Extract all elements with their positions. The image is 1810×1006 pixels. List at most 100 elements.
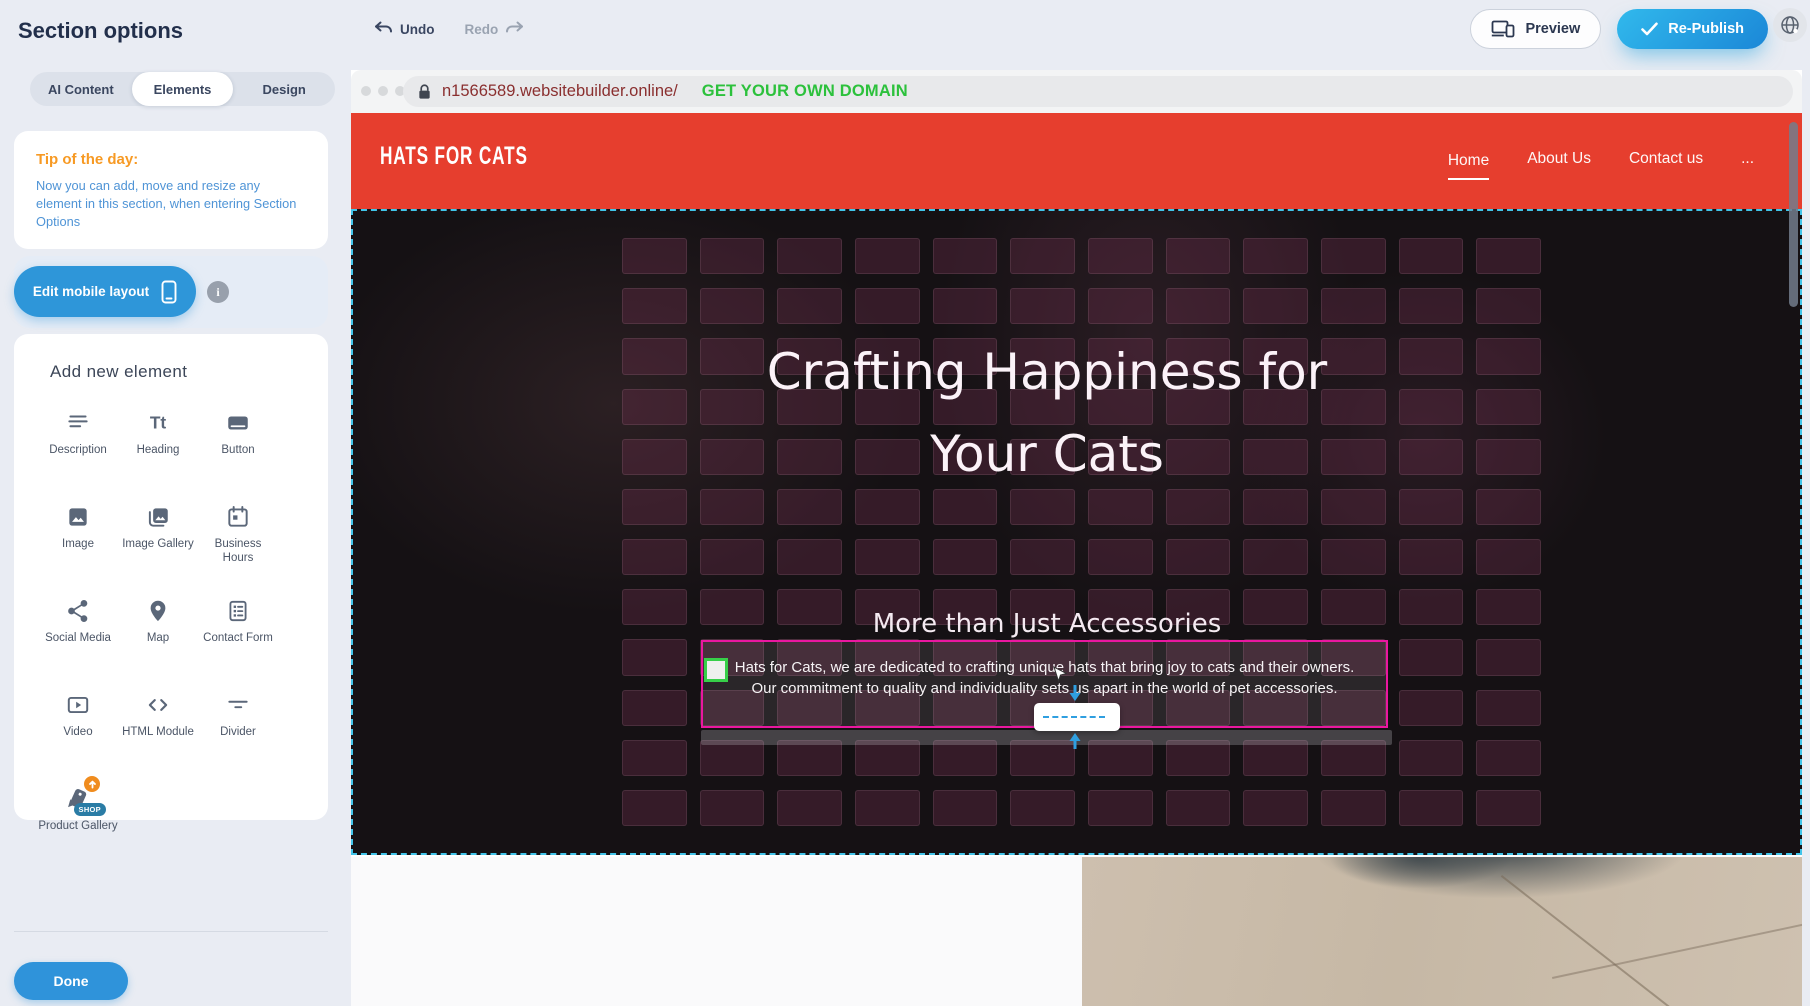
hero-heading[interactable]: Crafting Happiness for Your Cats [353,331,1741,495]
add-element-card: Add new element Description Tt Heading B… [14,334,328,820]
element-hover-bar [701,730,1392,745]
add-element-social-media[interactable]: Social Media [38,588,118,676]
video-icon [65,690,91,720]
nav-home[interactable]: Home [1448,152,1489,180]
sidebar-divider [14,931,328,932]
floor-photo [1082,857,1802,1006]
hero-subheading[interactable]: More than Just Accessories [353,609,1741,639]
canvas-scrollbar[interactable] [1789,122,1798,307]
sidebar-tabs: AI Content Elements Design [30,72,335,106]
hero-tile [855,539,920,575]
add-element-product-gallery[interactable]: SHOP Product Gallery [38,776,118,864]
hero-tile [1088,790,1153,826]
republish-button[interactable]: Re-Publish [1617,9,1768,49]
divider-icon [225,690,251,720]
hero-heading-line2: Your Cats [353,413,1741,495]
language-globe-button[interactable] [1773,8,1807,42]
element-label: Business Hours [198,537,278,566]
hero-tile [1321,539,1386,575]
tab-design[interactable]: Design [233,72,335,106]
element-label: Product Gallery [38,819,117,833]
edit-mobile-layout-button[interactable]: Edit mobile layout [14,266,196,317]
add-element-map[interactable]: Map [118,588,198,676]
element-label: Video [63,725,92,739]
hero-tile [777,539,842,575]
lock-icon [417,83,432,101]
hero-tile [1243,790,1308,826]
preview-button[interactable]: Preview [1470,9,1601,49]
undo-redo-group: Undo Redo [374,16,524,42]
add-element-heading[interactable]: Tt Heading [118,400,198,488]
add-element-image[interactable]: Image [38,494,118,582]
nav-more[interactable]: ... [1741,150,1754,172]
next-section-background [351,857,1082,1006]
browser-dot-icon [378,86,388,96]
redo-icon [505,21,524,37]
done-button[interactable]: Done [14,962,128,1000]
section-resize-handle[interactable] [1034,703,1120,731]
hero-tile [1010,288,1075,324]
redo-button[interactable]: Redo [465,21,525,37]
upgrade-badge-icon [84,776,100,792]
hero-tile [1166,288,1231,324]
add-element-button[interactable]: Button [198,400,278,488]
devices-icon [1491,20,1515,38]
info-button[interactable]: i [207,281,229,303]
element-label: Divider [220,725,256,739]
hero-tile [1476,690,1541,726]
hero-tile [1166,539,1231,575]
element-grid: Description Tt Heading Button Image [14,400,328,864]
hero-section-selected[interactable]: Crafting Happiness for Your Cats More th… [351,209,1802,855]
get-domain-link[interactable]: GET YOUR OWN DOMAIN [702,82,908,101]
button-icon [225,408,251,438]
hero-tile [622,288,687,324]
element-label: Map [147,631,169,645]
hero-tile [622,690,687,726]
hero-tile [1476,238,1541,274]
hero-tile [1321,288,1386,324]
hero-tile [1399,790,1464,826]
undo-button[interactable]: Undo [374,21,435,37]
image-icon [65,502,91,532]
phone-icon [161,280,177,304]
site-canvas: n1566589.websitebuilder.online/ GET YOUR… [351,70,1802,1006]
nav-contact-us[interactable]: Contact us [1629,150,1703,172]
code-icon [145,690,171,720]
hero-tile [1243,238,1308,274]
nav-about-us[interactable]: About Us [1527,150,1591,172]
map-pin-icon [145,596,171,626]
republish-label: Re-Publish [1668,21,1744,37]
hero-tile [1010,790,1075,826]
add-element-contact-form[interactable]: Contact Form [198,588,278,676]
hero-tile [933,740,998,776]
topbar-actions: Preview Re-Publish [1470,9,1768,49]
hero-tile [1088,539,1153,575]
hero-tile [933,288,998,324]
tab-ai-content[interactable]: AI Content [30,72,132,106]
hero-tile [1166,740,1231,776]
address-bar[interactable]: n1566589.websitebuilder.online/ GET YOUR… [403,76,1793,107]
add-element-description[interactable]: Description [38,400,118,488]
site-logo[interactable]: HATS FOR CATS [380,143,528,171]
add-element-image-gallery[interactable]: Image Gallery [118,494,198,582]
tab-elements[interactable]: Elements [132,72,234,106]
element-label: Image [62,537,94,551]
product-tag-icon: SHOP [64,784,92,814]
hero-tile [855,790,920,826]
add-element-title: Add new element [14,362,328,382]
hero-tile [1476,740,1541,776]
resize-dash-line [1043,716,1105,718]
share-icon [65,596,91,626]
hero-tile [1321,238,1386,274]
hero-tile [1010,539,1075,575]
add-element-html-module[interactable]: HTML Module [118,682,198,770]
add-element-business-hours[interactable]: Business Hours [198,494,278,582]
add-element-video[interactable]: Video [38,682,118,770]
mouse-cursor-icon [1053,666,1067,684]
tab-label: AI Content [48,82,114,97]
globe-icon [1779,14,1801,36]
hero-tile [777,288,842,324]
hero-heading-line1: Crafting Happiness for [353,331,1741,413]
hero-tile [1399,288,1464,324]
add-element-divider[interactable]: Divider [198,682,278,770]
